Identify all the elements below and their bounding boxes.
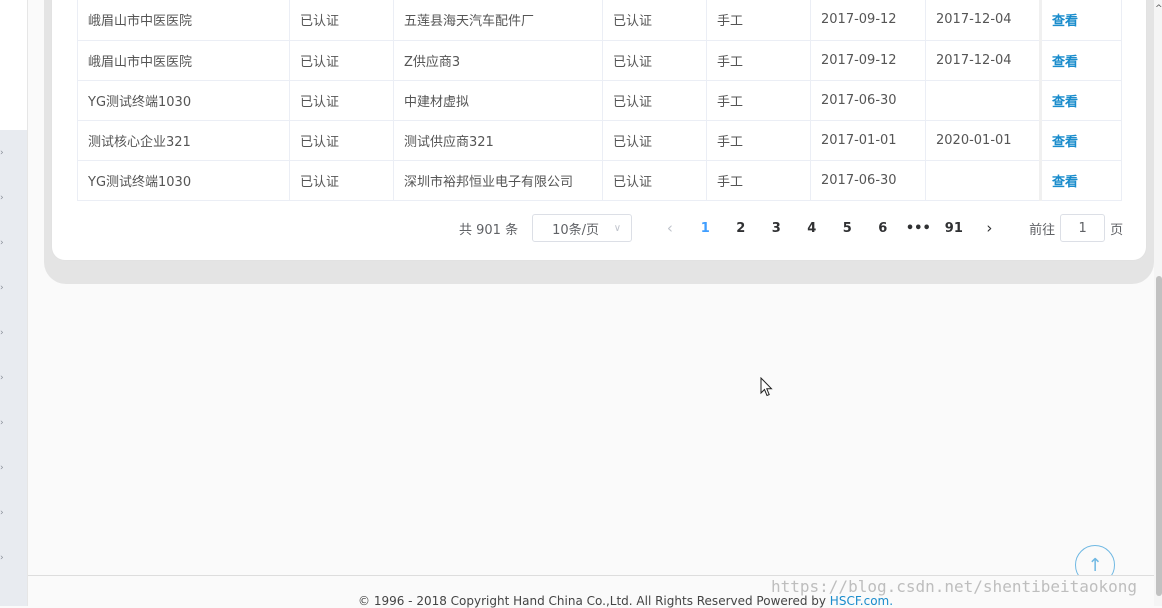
table-cell-core: YG测试终端1030: [77, 80, 290, 121]
goto-page-input[interactable]: [1060, 214, 1106, 242]
table-cell-core-status: 已认证: [289, 120, 394, 161]
table-cell-start: 2017-06-30: [810, 80, 926, 121]
total-count: 共 901 条: [459, 222, 519, 238]
page-size-select[interactable]: 10条/页 ∨: [532, 214, 633, 242]
page-button[interactable]: 2: [723, 221, 759, 236]
table-cell-supplier: 深圳市裕邦恒业电子有限公司: [393, 160, 603, 201]
page-jumper: 前往 页: [1029, 214, 1123, 242]
table-cell-core: 峨眉山市中医医院: [77, 0, 290, 41]
table-cell-end: 2020-01-01: [925, 120, 1042, 161]
table-cell-core-status: 已认证: [289, 0, 394, 41]
scrollbar-thumb[interactable]: [1156, 276, 1162, 596]
chevron-up-icon[interactable]: ^: [1155, 4, 1162, 14]
table-cell-end: [925, 160, 1042, 201]
table-cell-start: 2017-09-12: [810, 40, 926, 81]
table-cell-supplier-status: 已认证: [602, 40, 707, 81]
table-cell-supplier-status: 已认证: [602, 120, 707, 161]
chevron-right-icon[interactable]: ›: [0, 463, 4, 473]
watermark: https://blog.csdn.net/shentibeitaokong: [771, 577, 1138, 596]
more-pages-button[interactable]: •••: [901, 221, 937, 236]
view-link[interactable]: 查看: [1040, 0, 1122, 41]
page-button[interactable]: 4: [794, 221, 830, 236]
table-cell-end: [925, 80, 1042, 121]
chevron-right-icon[interactable]: ›: [972, 219, 1008, 237]
chevron-right-icon[interactable]: ›: [0, 283, 4, 293]
pager: ‹ 1 2 3 4 5 6 ••• 91 ›: [652, 219, 1007, 237]
pagination: 共 901 条 10条/页 ∨ ‹ 123456•••91› 前往 页: [459, 214, 1123, 242]
data-table: 峨眉山市中医医院 已认证 五莲县海天汽车配件厂 已认证 手工 2017-09-12 2017…: [77, 0, 1122, 201]
table-cell-supplier-status: 已认证: [602, 0, 707, 41]
table-row: YG测试终端1030 已认证 深圳市裕邦恒业电子有限公司 已认证 手工 2017-06-3…: [77, 160, 1122, 201]
table-cell-supplier-status: 已认证: [602, 80, 707, 121]
table-cell-core-status: 已认证: [289, 40, 394, 81]
table-cell-start: 2017-01-01: [810, 120, 926, 161]
sidebar-menu: › › › › › › › › › ›: [0, 130, 27, 606]
table-cell-method: 手工: [706, 0, 811, 41]
chevron-down-icon: ∨: [613, 222, 622, 234]
table-row: 峨眉山市中医医院 已认证 Z供应商3 已认证 手工 2017-09-12 2017-12-0…: [77, 40, 1122, 81]
table-cell-supplier: 中建材虚拟: [393, 80, 603, 121]
page-button[interactable]: 91: [936, 221, 972, 236]
table-cell-core-status: 已认证: [289, 160, 394, 201]
chevron-right-icon[interactable]: ›: [0, 238, 4, 248]
page-button[interactable]: 6: [865, 221, 901, 236]
table-cell-method: 手工: [706, 40, 811, 81]
table-cell-supplier-status: 已认证: [602, 160, 707, 201]
view-link[interactable]: 查看: [1040, 40, 1122, 81]
table-cell-core: 峨眉山市中医医院: [77, 40, 290, 81]
table-row: YG测试终端1030 已认证 中建材虚拟 已认证 手工 2017-06-30 查看: [77, 80, 1122, 121]
chevron-right-icon[interactable]: ›: [0, 418, 4, 428]
table-cell-start: 2017-06-30: [810, 160, 926, 201]
goto-suffix: 页: [1110, 222, 1124, 238]
chevron-right-icon[interactable]: ›: [0, 508, 4, 518]
chevron-left-icon[interactable]: ‹: [652, 219, 688, 237]
table-row: 峨眉山市中医医院 已认证 五莲县海天汽车配件厂 已认证 手工 2017-09-12 2017…: [77, 0, 1122, 41]
page-button[interactable]: 1: [688, 221, 724, 236]
chevron-right-icon[interactable]: ›: [0, 148, 4, 158]
table-cell-method: 手工: [706, 160, 811, 201]
page-button[interactable]: 5: [830, 221, 866, 236]
page-button[interactable]: 3: [759, 221, 795, 236]
view-link[interactable]: 查看: [1040, 120, 1122, 161]
table-cell-core: YG测试终端1030: [77, 160, 290, 201]
table-cell-core: 测试核心企业321: [77, 120, 290, 161]
table-cell-supplier: 测试供应商321: [393, 120, 603, 161]
mouse-cursor-icon: [760, 377, 773, 397]
table-cell-method: 手工: [706, 120, 811, 161]
table-cell-end: 2017-12-04: [925, 0, 1042, 41]
chevron-right-icon[interactable]: ›: [0, 193, 4, 203]
table-cell-supplier: Z供应商3: [393, 40, 603, 81]
view-link[interactable]: 查看: [1040, 80, 1122, 121]
chevron-right-icon[interactable]: ›: [0, 553, 4, 563]
chevron-right-icon[interactable]: ›: [0, 328, 4, 338]
view-link[interactable]: 查看: [1040, 160, 1122, 201]
table-row: 测试核心企业321 已认证 测试供应商321 已认证 手工 2017-01-01 2020-…: [77, 120, 1122, 161]
table-cell-supplier: 五莲县海天汽车配件厂: [393, 0, 603, 41]
goto-label: 前往: [1029, 222, 1056, 238]
table-cell-method: 手工: [706, 80, 811, 121]
table-cell-core-status: 已认证: [289, 80, 394, 121]
page-size-value: 10条/页: [552, 222, 600, 238]
table-cell-end: 2017-12-04: [925, 40, 1042, 81]
arrow-up-icon: ↑: [1087, 554, 1103, 576]
chevron-right-icon[interactable]: ›: [0, 373, 4, 383]
table-cell-start: 2017-09-12: [810, 0, 926, 41]
